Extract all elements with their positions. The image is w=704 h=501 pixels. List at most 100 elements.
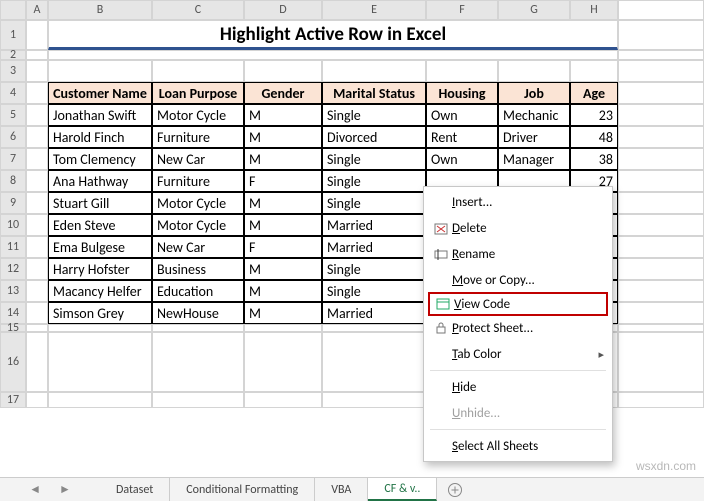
row-17[interactable]: 17 [0,392,26,408]
table-cell[interactable]: Harry Hofster [48,258,152,280]
table-cell[interactable]: Motor Cycle [152,192,244,214]
table-cell[interactable]: Rent [426,126,498,148]
col-B[interactable]: B [48,0,152,20]
table-cell[interactable]: F [244,236,322,258]
table-cell[interactable]: Macancy Helfer [48,280,152,302]
th-loan[interactable]: Loan Purpose [152,82,244,104]
table-cell[interactable]: Single [322,280,426,302]
ctx-insert[interactable]: Insert... [424,189,612,215]
cell-A1[interactable] [26,20,48,50]
table-cell[interactable]: Stuart Gill [48,192,152,214]
th-customer[interactable]: Customer Name [48,82,152,104]
ctx-select-all-sheets[interactable]: Select All Sheets [424,433,612,459]
ctx-rename[interactable]: Rename [424,241,612,267]
th-age[interactable]: Age [570,82,618,104]
row-13[interactable]: 13 [0,280,26,302]
table-cell[interactable]: Simson Grey [48,302,152,324]
row-1[interactable]: 1 [0,20,26,50]
table-cell[interactable]: M [244,280,322,302]
table-cell[interactable]: M [244,214,322,236]
select-all-corner[interactable] [0,0,26,20]
table-cell[interactable]: M [244,302,322,324]
row-12[interactable]: 12 [0,258,26,280]
th-housing[interactable]: Housing [426,82,498,104]
row-9[interactable]: 9 [0,192,26,214]
col-H[interactable]: H [570,0,618,20]
ctx-protect-sheet[interactable]: Protect Sheet... [424,315,612,341]
tab-conditional-formatting[interactable]: Conditional Formatting [170,478,315,501]
table-cell[interactable]: Single [322,192,426,214]
row-11[interactable]: 11 [0,236,26,258]
row-3[interactable]: 3 [0,60,26,82]
ctx-hide[interactable]: Hide [424,374,612,400]
table-cell[interactable]: Business [152,258,244,280]
col-C[interactable]: C [152,0,244,20]
table-cell[interactable]: F [244,170,322,192]
th-gender[interactable]: Gender [244,82,322,104]
table-cell[interactable]: Ema Bulgese [48,236,152,258]
tab-cf-and-vba[interactable]: CF & v.. [368,478,437,501]
tab-prev-icon[interactable]: ◄ [29,482,41,497]
table-cell[interactable]: Eden Steve [48,214,152,236]
row-5[interactable]: 5 [0,104,26,126]
th-marital[interactable]: Marital Status [322,82,426,104]
table-cell[interactable]: Single [322,104,426,126]
row-6[interactable]: 6 [0,126,26,148]
table-cell[interactable]: Single [322,148,426,170]
row-10[interactable]: 10 [0,214,26,236]
table-cell[interactable]: Education [152,280,244,302]
th-job[interactable]: Job [498,82,570,104]
table-cell[interactable]: Motor Cycle [152,214,244,236]
table-cell[interactable]: New Car [152,148,244,170]
table-cell[interactable]: M [244,258,322,280]
table-cell[interactable]: Ana Hathway [48,170,152,192]
row-8[interactable]: 8 [0,170,26,192]
row-4[interactable]: 4 [0,82,26,104]
col-D[interactable]: D [244,0,322,20]
row-16[interactable]: 16 [0,332,26,392]
ctx-view-code[interactable]: View Code [428,292,608,316]
table-cell[interactable]: 23 [570,104,618,126]
table-cell[interactable]: Harold Finch [48,126,152,148]
table-cell[interactable]: Own [426,148,498,170]
table-cell[interactable]: Tom Clemency [48,148,152,170]
watermark: wsxdn.com [636,459,696,473]
col-E[interactable]: E [322,0,426,20]
table-cell[interactable]: Furniture [152,170,244,192]
row-15[interactable]: 15 [0,324,26,332]
ctx-tab-color[interactable]: Tab Color ▸ [424,341,612,367]
new-sheet-button[interactable] [437,478,473,501]
tab-vba[interactable]: VBA [315,478,368,501]
col-F[interactable]: F [426,0,498,20]
table-cell[interactable]: Divorced [322,126,426,148]
table-cell[interactable]: M [244,126,322,148]
col-A[interactable]: A [26,0,48,20]
table-cell[interactable]: Motor Cycle [152,104,244,126]
table-cell[interactable]: M [244,192,322,214]
tab-next-icon[interactable]: ► [59,482,71,497]
table-cell[interactable]: 38 [570,148,618,170]
row-7[interactable]: 7 [0,148,26,170]
table-cell[interactable]: Single [322,170,426,192]
table-cell[interactable]: M [244,104,322,126]
col-G[interactable]: G [498,0,570,20]
table-cell[interactable]: Driver [498,126,570,148]
table-cell[interactable]: New Car [152,236,244,258]
table-cell[interactable]: Mechanic [498,104,570,126]
ctx-delete[interactable]: Delete [424,215,612,241]
table-cell[interactable]: Manager [498,148,570,170]
table-cell[interactable]: Married [322,214,426,236]
table-cell[interactable]: Single [322,258,426,280]
ctx-move-copy[interactable]: Move or Copy... [424,267,612,293]
row-2[interactable]: 2 [0,50,26,60]
table-cell[interactable]: M [244,148,322,170]
table-cell[interactable]: Jonathan Swift [48,104,152,126]
table-cell[interactable]: Furniture [152,126,244,148]
table-cell[interactable]: NewHouse [152,302,244,324]
tab-dataset[interactable]: Dataset [100,478,170,501]
table-cell[interactable]: Married [322,236,426,258]
table-cell[interactable]: Married [322,302,426,324]
tab-nav[interactable]: ◄ ► [0,478,100,501]
table-cell[interactable]: 48 [570,126,618,148]
table-cell[interactable]: Own [426,104,498,126]
